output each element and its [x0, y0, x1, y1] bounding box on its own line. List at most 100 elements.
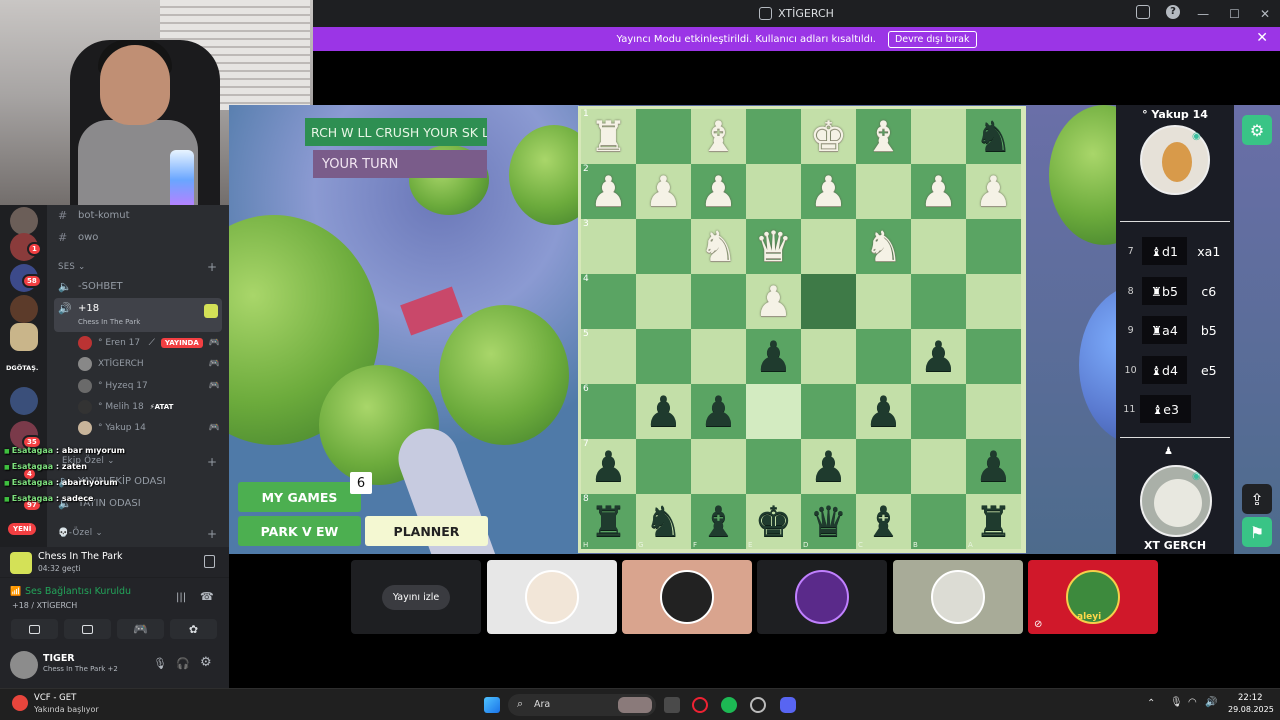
board-square[interactable]: ♟	[801, 439, 856, 494]
microphone-icon[interactable]: 🎙	[1170, 697, 1183, 708]
board-square[interactable]	[691, 439, 746, 494]
board-square[interactable]: 5	[581, 329, 636, 384]
opera-icon[interactable]	[692, 697, 708, 713]
voice-user[interactable]: ° Yakup 14 🎮	[78, 421, 220, 435]
board-square[interactable]: ♟ 2	[581, 164, 636, 219]
board-square[interactable]: ♟	[691, 164, 746, 219]
voice-user[interactable]: ° Eren 17 ⟋ YAYINDA 🎮	[78, 336, 220, 350]
search-box[interactable]: ⌕ Ara	[508, 694, 656, 716]
white-piece[interactable]: ♛	[755, 225, 793, 268]
voice-user[interactable]: ° Melih 18 ⚡ATAT	[78, 400, 220, 414]
planner-button[interactable]: PLANNER	[365, 516, 488, 546]
maximize-button[interactable]: ☐	[1229, 7, 1240, 21]
board-square[interactable]	[746, 109, 801, 164]
park-view-button[interactable]: PARK V EW	[238, 516, 361, 546]
headphones-icon[interactable]: 🎧	[176, 657, 190, 670]
board-square[interactable]	[746, 439, 801, 494]
white-piece[interactable]: ♟	[755, 280, 793, 323]
disconnect-icon[interactable]: ☎	[200, 590, 214, 603]
inbox-icon[interactable]	[1136, 5, 1150, 19]
board-square[interactable]: ♞	[966, 109, 1021, 164]
add-channel-icon[interactable]: +	[207, 260, 217, 274]
voice-status-channel[interactable]: +18 / XTİGERCH	[12, 601, 77, 610]
board-square[interactable]	[636, 439, 691, 494]
screen-share-button[interactable]	[64, 619, 111, 639]
category-ses[interactable]: SES ⌄	[58, 262, 86, 272]
board-square[interactable]: ♟	[636, 164, 691, 219]
close-button[interactable]: ✕	[1260, 7, 1270, 21]
board-square[interactable]: ♝	[856, 109, 911, 164]
server-icon[interactable]	[10, 295, 38, 323]
camera-off-button[interactable]	[11, 619, 58, 639]
white-piece[interactable]: ♟	[645, 170, 683, 213]
channel-owo[interactable]: # owo	[58, 231, 98, 244]
board-square[interactable]: ♟	[966, 164, 1021, 219]
board-square[interactable]	[746, 384, 801, 439]
board-square[interactable]	[856, 329, 911, 384]
white-piece[interactable]: ♞	[865, 225, 903, 268]
soundboard-button[interactable]: ✿	[170, 619, 217, 639]
board-square[interactable]: ♞	[856, 219, 911, 274]
board-square[interactable]	[856, 164, 911, 219]
category-ozel[interactable]: 💀-Özel ⌄	[58, 528, 103, 538]
channel-bot-komut[interactable]: # bot-komut	[58, 209, 130, 222]
avatar[interactable]	[10, 651, 38, 679]
board-square[interactable]	[636, 274, 691, 329]
board-square[interactable]	[636, 329, 691, 384]
bottom-player-avatar[interactable]	[1140, 465, 1212, 537]
spotify-icon[interactable]	[721, 697, 737, 713]
voice-channel-sohbet[interactable]: 🔈 -SOHBET	[58, 280, 123, 293]
board-square[interactable]: ♟	[911, 329, 966, 384]
clock-date[interactable]: 29.08.2025	[1228, 705, 1274, 714]
black-piece[interactable]: ♟	[755, 335, 793, 378]
wifi-icon[interactable]: ◠	[1188, 697, 1197, 708]
help-icon[interactable]: ?	[1166, 5, 1180, 19]
participant-tile[interactable]	[893, 560, 1023, 634]
board-square[interactable]	[966, 384, 1021, 439]
board-square[interactable]: ♞ G	[636, 494, 691, 549]
board-square[interactable]: ♟	[691, 384, 746, 439]
voice-status-title[interactable]: Ses Bağlantısı Kuruldu	[25, 586, 131, 597]
white-piece[interactable]: ♟	[810, 170, 848, 213]
board-square[interactable]: ♚ E	[746, 494, 801, 549]
black-piece[interactable]: ♟	[645, 390, 683, 433]
settings-gear-icon[interactable]: ⚙	[200, 655, 212, 670]
board-square[interactable]	[691, 274, 746, 329]
white-piece[interactable]: ♟	[700, 170, 738, 213]
microphone-icon[interactable]: 🎙	[153, 657, 167, 670]
black-piece[interactable]: ♝	[865, 500, 903, 543]
minimize-button[interactable]: —	[1197, 7, 1209, 21]
board-square[interactable]	[911, 274, 966, 329]
popout-icon[interactable]	[204, 555, 215, 568]
add-channel-icon[interactable]: +	[207, 527, 217, 541]
board-square[interactable]: ♞	[691, 219, 746, 274]
new-badge[interactable]: YENİ	[6, 521, 39, 537]
black-piece[interactable]: ♟	[975, 445, 1013, 488]
add-channel-icon[interactable]: +	[207, 455, 217, 469]
board-square[interactable]: 6	[581, 384, 636, 439]
board-square[interactable]	[911, 384, 966, 439]
board-square[interactable]	[911, 109, 966, 164]
board-square[interactable]	[966, 219, 1021, 274]
participant-tile[interactable]	[622, 560, 752, 634]
board-square[interactable]	[911, 219, 966, 274]
music-icon[interactable]	[12, 695, 28, 711]
voice-user[interactable]: ° Hyzeq 17 🎮	[78, 379, 220, 393]
board-square[interactable]	[801, 329, 856, 384]
board-square[interactable]	[801, 219, 856, 274]
board-square[interactable]: ♜ 1	[581, 109, 636, 164]
server-icon[interactable]	[10, 207, 38, 235]
black-piece[interactable]: ♟	[810, 445, 848, 488]
board-square[interactable]: 4	[581, 274, 636, 329]
voice-user[interactable]: XTİGERCH 🎮	[78, 357, 220, 371]
task-view-icon[interactable]	[664, 697, 680, 713]
black-piece[interactable]: ♟	[700, 390, 738, 433]
board-square[interactable]: ♛ D	[801, 494, 856, 549]
close-notice-icon[interactable]: ✕	[1256, 30, 1268, 46]
board-square[interactable]: ♟	[636, 384, 691, 439]
my-games-button[interactable]: MY GAMES	[238, 482, 361, 512]
board-square[interactable]: ♟	[856, 384, 911, 439]
board-square[interactable]: ♟	[911, 164, 966, 219]
board-square[interactable]	[691, 329, 746, 384]
black-piece[interactable]: ♜	[975, 500, 1013, 543]
